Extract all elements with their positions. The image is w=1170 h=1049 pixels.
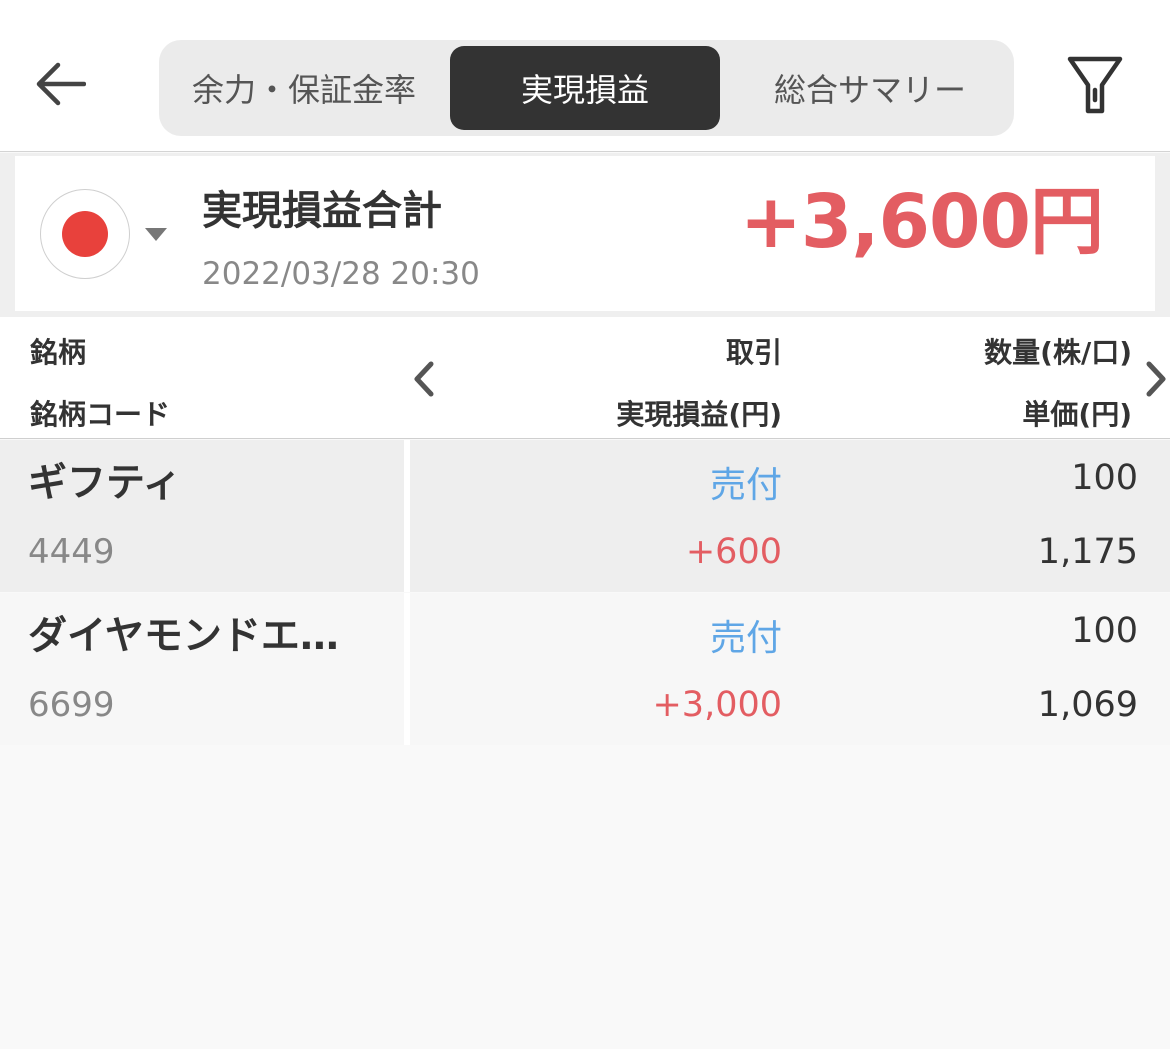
realized-pl: +3,000 bbox=[652, 685, 782, 725]
table-row[interactable]: ダイヤモンドエ… 6699 売付 +3,000 100 1,069 bbox=[0, 593, 1170, 745]
tab-margin-rate[interactable]: 余力・保証金率 bbox=[159, 46, 449, 130]
filter-button[interactable] bbox=[1060, 50, 1130, 120]
table-row[interactable]: ギフティ 4449 売付 +600 100 1,175 bbox=[0, 440, 1170, 592]
tab-realized-pl[interactable]: 実現損益 bbox=[450, 46, 720, 130]
chevron-left-icon bbox=[414, 361, 434, 397]
header-price: 単価(円) bbox=[1022, 398, 1132, 431]
header-pl: 実現損益(円) bbox=[616, 398, 782, 431]
chevron-right-icon bbox=[1146, 361, 1166, 397]
summary-total: +3,600円 bbox=[739, 179, 1104, 265]
header-trade: 取引 bbox=[725, 336, 782, 369]
unit-price: 1,069 bbox=[1037, 685, 1138, 725]
header-qty: 数量(株/口) bbox=[984, 336, 1132, 369]
quantity: 100 bbox=[1071, 458, 1138, 498]
header-name: 銘柄 bbox=[30, 336, 87, 369]
unit-price: 1,175 bbox=[1037, 532, 1138, 572]
summary-label: 実現損益合計 bbox=[202, 188, 442, 234]
japan-flag-icon bbox=[62, 211, 108, 257]
row-detail-cell[interactable]: 売付 +600 100 1,175 bbox=[410, 440, 1170, 592]
trade-type: 売付 bbox=[709, 618, 782, 659]
market-selector[interactable] bbox=[40, 189, 130, 279]
top-bar: 余力・保証金率 実現損益 総合サマリー bbox=[0, 0, 1170, 152]
trade-type: 売付 bbox=[709, 465, 782, 506]
table-header: 銘柄 銘柄コード 取引 実現損益(円) 数量(株/口) 単価(円) bbox=[0, 317, 1170, 439]
stock-code: 4449 bbox=[28, 532, 115, 572]
quantity: 100 bbox=[1071, 611, 1138, 651]
summary-card: 実現損益合計 2022/03/28 20:30 +3,600円 bbox=[15, 156, 1155, 311]
back-button[interactable] bbox=[28, 52, 92, 116]
stock-code: 6699 bbox=[28, 685, 115, 725]
stock-name: ダイヤモンドエ… bbox=[28, 614, 339, 659]
filter-icon bbox=[1067, 56, 1123, 114]
realized-pl: +600 bbox=[685, 532, 782, 572]
arrow-left-icon bbox=[36, 62, 86, 106]
next-columns-button[interactable] bbox=[1136, 349, 1170, 409]
stock-name: ギフティ bbox=[28, 461, 182, 506]
prev-columns-button[interactable] bbox=[404, 349, 444, 409]
row-name-cell[interactable]: ギフティ 4449 bbox=[0, 440, 404, 592]
row-detail-cell[interactable]: 売付 +3,000 100 1,069 bbox=[410, 593, 1170, 745]
summary-datetime: 2022/03/28 20:30 bbox=[202, 256, 480, 292]
summary-section: 実現損益合計 2022/03/28 20:30 +3,600円 bbox=[0, 153, 1170, 317]
caret-down-icon[interactable] bbox=[145, 228, 167, 241]
tab-overall-summary[interactable]: 総合サマリー bbox=[725, 46, 1015, 130]
row-name-cell[interactable]: ダイヤモンドエ… 6699 bbox=[0, 593, 404, 745]
header-code: 銘柄コード bbox=[30, 398, 171, 431]
tab-segment: 余力・保証金率 実現損益 総合サマリー bbox=[159, 40, 1014, 136]
